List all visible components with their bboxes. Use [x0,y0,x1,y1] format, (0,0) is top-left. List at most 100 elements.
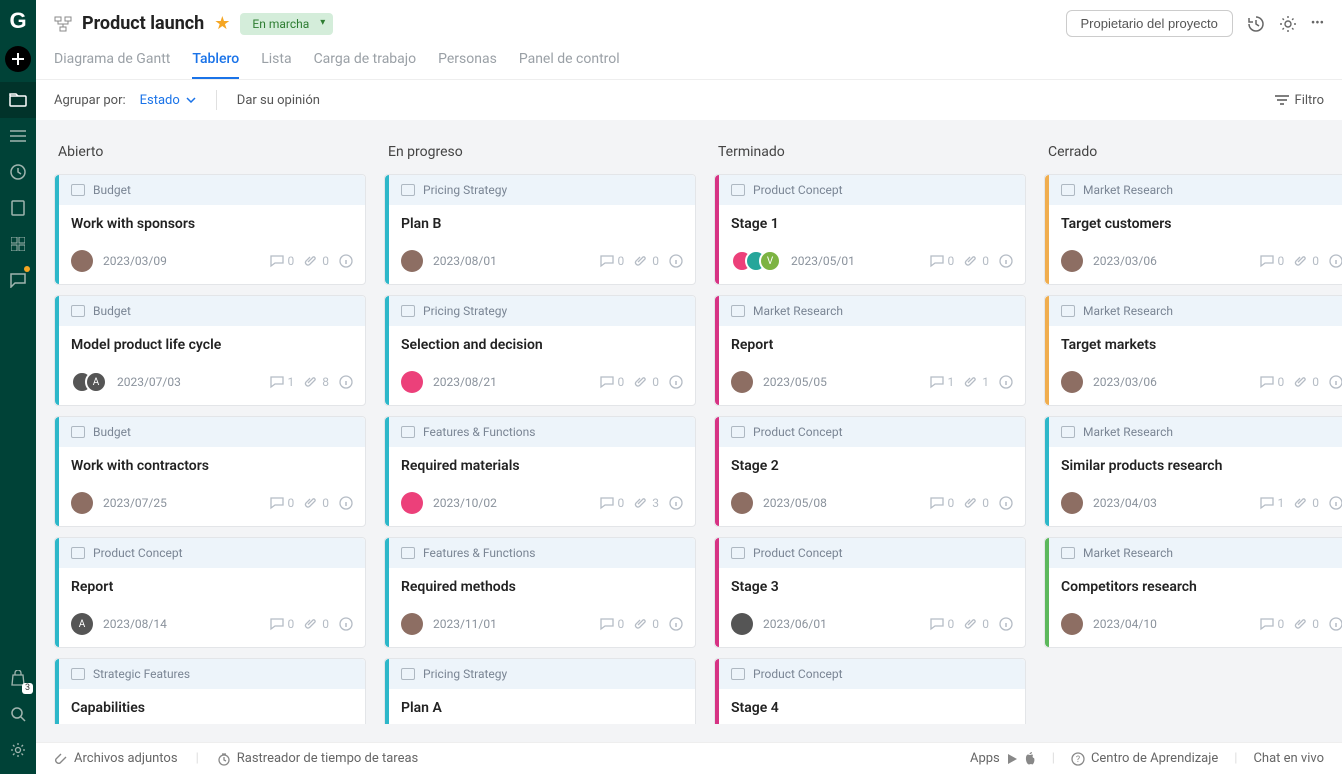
avatar: A [71,613,93,635]
info-icon[interactable] [999,617,1013,631]
card-title: Target customers [1045,205,1342,244]
footer-live-chat[interactable]: Chat en vivo [1253,751,1324,766]
sidebar-item-settings[interactable] [0,732,36,768]
info-icon[interactable] [1329,254,1342,268]
task-card[interactable]: BudgetWork with sponsors2023/03/0900 [54,174,366,285]
footer-help-center[interactable]: ? Centro de Aprendizaje [1071,751,1218,766]
apple-icon [1024,752,1036,766]
sidebar-item-clock[interactable] [0,154,36,190]
tab-tablero[interactable]: Tablero [192,45,239,79]
task-card[interactable]: Market ResearchTarget markets2023/03/060… [1044,295,1342,406]
card-date: 2023/03/09 [103,254,167,268]
card-meta: A2023/07/0318 [55,365,365,405]
avatar [731,371,753,393]
avatar [1061,492,1083,514]
avatar [401,492,423,514]
comments-count: 0 [270,617,295,631]
card-title: Selection and decision [385,326,695,365]
task-card[interactable]: Product ConceptStage 1V2023/05/0100 [714,174,1026,285]
footer-time-tracker[interactable]: Rastreador de tiempo de tareas [217,751,419,766]
task-card[interactable]: BudgetWork with contractors2023/07/2500 [54,416,366,527]
card-category: Pricing Strategy [385,296,695,326]
folder-icon [1061,547,1075,559]
info-icon[interactable] [339,496,353,510]
filter-button[interactable]: Filtro [1275,93,1324,108]
project-owner-button[interactable]: Propietario del proyecto [1066,10,1233,37]
settings-icon[interactable] [1279,15,1297,33]
comments-count: 0 [930,254,955,268]
task-card[interactable]: Market ResearchSimilar products research… [1044,416,1342,527]
app-logo[interactable]: G [0,6,36,36]
task-card[interactable]: Market ResearchReport2023/05/0511 [714,295,1026,406]
tab-lista[interactable]: Lista [261,45,291,79]
comments-count: 0 [270,496,295,510]
add-button[interactable] [5,46,31,72]
task-card[interactable]: Pricing StrategyPlan B2023/08/0100 [384,174,696,285]
tab-carga-de-trabajo[interactable]: Carga de trabajo [314,45,417,79]
card-date: 2023/03/06 [1093,375,1157,389]
info-icon[interactable] [999,375,1013,389]
task-card[interactable]: Product ConceptStage 22023/05/0800 [714,416,1026,527]
info-icon[interactable] [339,254,353,268]
task-card[interactable]: Pricing StrategySelection and decision20… [384,295,696,406]
task-card[interactable]: Product ConceptStage 32023/06/0100 [714,537,1026,648]
info-icon[interactable] [1329,496,1342,510]
avatar [731,613,753,635]
sidebar-item-folder[interactable] [0,82,36,118]
group-by-dropdown[interactable]: Estado [140,93,196,108]
card-meta: 2023/08/0100 [385,244,695,284]
star-icon[interactable]: ★ [214,13,230,34]
hierarchy-icon[interactable] [54,16,72,32]
task-card[interactable]: Pricing StrategyPlan A [384,658,696,724]
info-icon[interactable] [999,496,1013,510]
page-title[interactable]: Product launch [82,13,204,34]
attachments-count: 0 [304,617,329,631]
info-icon[interactable] [669,496,683,510]
task-card[interactable]: BudgetModel product life cycleA2023/07/0… [54,295,366,406]
info-icon[interactable] [669,617,683,631]
card-date: 2023/04/10 [1093,617,1157,631]
info-icon[interactable] [1329,617,1342,631]
footer-apps[interactable]: Apps [970,751,1036,766]
folder-icon [71,426,85,438]
card-title: Stage 1 [715,205,1025,244]
info-icon[interactable] [339,375,353,389]
info-icon[interactable] [999,254,1013,268]
card-date: 2023/08/14 [103,617,167,631]
sidebar-item-doc[interactable] [0,190,36,226]
task-card[interactable]: Strategic FeaturesCapabilities [54,658,366,724]
sidebar-item-list[interactable] [0,118,36,154]
info-icon[interactable] [669,254,683,268]
task-card[interactable]: Market ResearchTarget customers2023/03/0… [1044,174,1342,285]
task-card[interactable]: Features & FunctionsRequired materials20… [384,416,696,527]
feedback-link[interactable]: Dar su opinión [237,93,320,108]
tab-personas[interactable]: Personas [438,45,497,79]
task-card[interactable]: Product ConceptReportA2023/08/1400 [54,537,366,648]
folder-icon [71,547,85,559]
info-icon[interactable] [339,617,353,631]
task-card[interactable]: Product ConceptStage 4 [714,658,1026,724]
comments-count: 0 [930,496,955,510]
folder-icon [731,668,745,680]
attachments-count: 3 [634,496,659,510]
history-icon[interactable] [1247,15,1265,33]
footer-bar: Archivos adjuntos | Rastreador de tiempo… [36,742,1342,774]
card-category: Market Research [715,296,1025,326]
footer-attachments[interactable]: Archivos adjuntos [54,751,178,766]
tab-diagrama-de-gantt[interactable]: Diagrama de Gantt [54,45,170,79]
more-icon[interactable]: ••• [1311,16,1324,31]
sidebar-item-bag[interactable]: 3 [0,660,36,696]
status-dropdown[interactable]: En marcha [240,13,333,35]
sidebar-item-grid[interactable] [0,226,36,262]
task-card[interactable]: Features & FunctionsRequired methods2023… [384,537,696,648]
sidebar-item-chat[interactable] [0,262,36,298]
info-icon[interactable] [1329,375,1342,389]
tab-panel-de-control[interactable]: Panel de control [519,45,620,79]
card-date: 2023/04/03 [1093,496,1157,510]
comments-count: 0 [1260,375,1285,389]
avatar: V [759,250,781,272]
sidebar-item-search[interactable] [0,696,36,732]
info-icon[interactable] [669,375,683,389]
card-category: Features & Functions [385,538,695,568]
task-card[interactable]: Market ResearchCompetitors research2023/… [1044,537,1342,648]
